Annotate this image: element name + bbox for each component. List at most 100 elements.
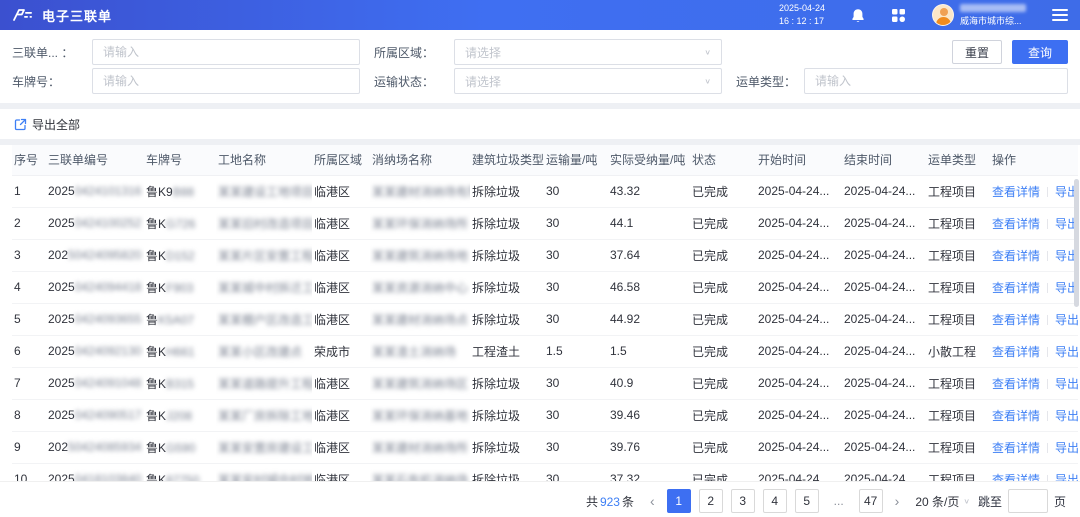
view-detail-link[interactable]: 查看详情 [992, 281, 1040, 295]
export-row-link[interactable]: 导出 [1055, 345, 1078, 359]
page-number-list: 12345...47 [667, 489, 883, 513]
current-time: 16 : 12 : 17 [779, 15, 825, 28]
page-size-select[interactable]: 20 条/页 ∨ [915, 493, 970, 510]
cell-actions: 查看详情 导出 [990, 431, 1078, 463]
trip-no-input[interactable] [92, 39, 360, 65]
page-title: 电子三联单 [42, 6, 112, 25]
cell-trip-no: 20250424100252 [46, 207, 144, 239]
cell-seq: 2 [12, 207, 46, 239]
view-detail-link[interactable]: 查看详情 [992, 409, 1040, 423]
column-header: 车牌号 [144, 145, 216, 175]
column-header: 运单类型 [926, 145, 990, 175]
redacted-text: 某某建设工地项目 [218, 185, 312, 199]
cell-site: 某某小区改建点 [216, 335, 312, 367]
cell-status: 已完成 [690, 239, 756, 271]
cell-actual-received: 46.58 [608, 271, 690, 303]
page-button-47[interactable]: 47 [859, 489, 883, 513]
export-row-link[interactable]: 导出 [1055, 409, 1078, 423]
page-button-1[interactable]: 1 [667, 489, 691, 513]
table-header-row: 序号三联单编号车牌号工地名称所属区域消纳场名称建筑垃圾类型运输量/吨实际受纳量/… [12, 145, 1078, 175]
view-detail-link[interactable]: 查看详情 [992, 377, 1040, 391]
cell-end-time: 2025-04-24... [842, 175, 926, 207]
reset-button[interactable]: 重置 [952, 40, 1002, 64]
view-detail-link[interactable]: 查看详情 [992, 313, 1040, 327]
user-avatar[interactable] [932, 4, 954, 26]
table-row: 6 20250424092130 鲁KH661 某某小区改建点 荣成市 某某渣土… [12, 335, 1078, 367]
cell-order-type: 工程项目 [926, 303, 990, 335]
transport-status-select[interactable]: 请选择 ∨ [454, 68, 722, 94]
notification-bell-icon[interactable] [851, 8, 865, 23]
user-name-masked [960, 4, 1026, 12]
order-type-label: 运单类型： [736, 73, 804, 90]
cell-actual-received: 44.1 [608, 207, 690, 239]
cell-seq: 3 [12, 239, 46, 271]
cell-end-time: 2025-04-24... [842, 207, 926, 239]
transport-status-placeholder: 请选择 [465, 73, 501, 90]
filter-panel: 三联单... ： 所属区域： 请选择 ∨ 重置 查询 车牌号： 运输状态： 请选… [0, 30, 1080, 103]
order-type-input[interactable] [804, 68, 1068, 94]
cell-site: 某某棚户区改造工地 [216, 303, 312, 335]
table-scrollbar[interactable] [1074, 179, 1079, 307]
export-all-button[interactable]: 导出全部 [14, 116, 80, 133]
view-detail-link[interactable]: 查看详情 [992, 217, 1040, 231]
plate-input[interactable] [92, 68, 360, 94]
column-header: 工地名称 [216, 145, 312, 175]
export-row-link[interactable]: 导出 [1055, 313, 1078, 327]
cell-status: 已完成 [690, 175, 756, 207]
action-divider [1047, 475, 1048, 481]
export-row-link[interactable]: 导出 [1055, 441, 1078, 455]
view-detail-link[interactable]: 查看详情 [992, 441, 1040, 455]
cell-actions: 查看详情 导出 [990, 303, 1078, 335]
page-button-2[interactable]: 2 [699, 489, 723, 513]
cell-end-time: 2025-04-24... [842, 303, 926, 335]
cell-area: 临港区 [312, 431, 370, 463]
jump-to-page: 跳至 页 [978, 489, 1066, 513]
next-page-button[interactable]: › [891, 493, 904, 509]
redacted-text: 某某建材消纳场点 [372, 313, 468, 327]
export-row-link[interactable]: 导出 [1055, 377, 1078, 391]
view-detail-link[interactable]: 查看详情 [992, 473, 1040, 482]
cell-status: 已完成 [690, 207, 756, 239]
jump-suffix: 页 [1054, 493, 1066, 510]
column-header: 消纳场名称 [370, 145, 470, 175]
hamburger-menu-icon[interactable] [1052, 9, 1068, 21]
view-detail-link[interactable]: 查看详情 [992, 345, 1040, 359]
cell-status: 已完成 [690, 271, 756, 303]
prev-page-button[interactable]: ‹ [646, 493, 659, 509]
cell-volume: 30 [544, 431, 608, 463]
redacted-text: D152 [166, 249, 195, 263]
cell-actions: 查看详情 导出 [990, 399, 1078, 431]
area-select[interactable]: 请选择 ∨ [454, 39, 722, 65]
apps-grid-icon[interactable] [891, 8, 906, 23]
page-button-4[interactable]: 4 [763, 489, 787, 513]
cell-area: 荣成市 [312, 335, 370, 367]
action-divider [1047, 315, 1048, 325]
action-divider [1047, 443, 1048, 453]
cell-actions: 查看详情 导出 [990, 335, 1078, 367]
redacted-text: 某某城中村拆迁工地 [218, 281, 312, 295]
view-detail-link[interactable]: 查看详情 [992, 185, 1040, 199]
cell-disposal-site: 某某建材消纳场点 [370, 303, 470, 335]
cell-disposal-site: 某某建筑消纳场区 [370, 367, 470, 399]
table-row: 1 20250424101316 鲁K9B88 某某建设工地项目 临港区 某某建… [12, 175, 1078, 207]
redacted-text: 某某渣土消纳场 [372, 345, 456, 359]
export-row-link[interactable]: 导出 [1055, 473, 1078, 482]
cell-seq: 1 [12, 175, 46, 207]
cell-actions: 查看详情 导出 [990, 463, 1078, 481]
cell-site: 某某建设工地项目 [216, 175, 312, 207]
chevron-down-icon: ∨ [963, 497, 970, 506]
redacted-text: G726 [166, 217, 195, 231]
top-header-bar: 电子三联单 2025-04-24 16 : 12 : 17 [0, 0, 1080, 30]
cell-seq: 9 [12, 431, 46, 463]
cell-status: 已完成 [690, 399, 756, 431]
view-detail-link[interactable]: 查看详情 [992, 249, 1040, 263]
action-divider [1047, 251, 1048, 261]
jump-label: 跳至 [978, 493, 1002, 510]
page-button-5[interactable]: 5 [795, 489, 819, 513]
page-button-3[interactable]: 3 [731, 489, 755, 513]
query-button[interactable]: 查询 [1012, 40, 1068, 64]
user-account-area[interactable]: 威海市城市综... [932, 4, 1026, 27]
plate-label: 车牌号： [12, 73, 92, 90]
jump-page-input[interactable] [1008, 489, 1048, 513]
cell-actual-received: 39.76 [608, 431, 690, 463]
